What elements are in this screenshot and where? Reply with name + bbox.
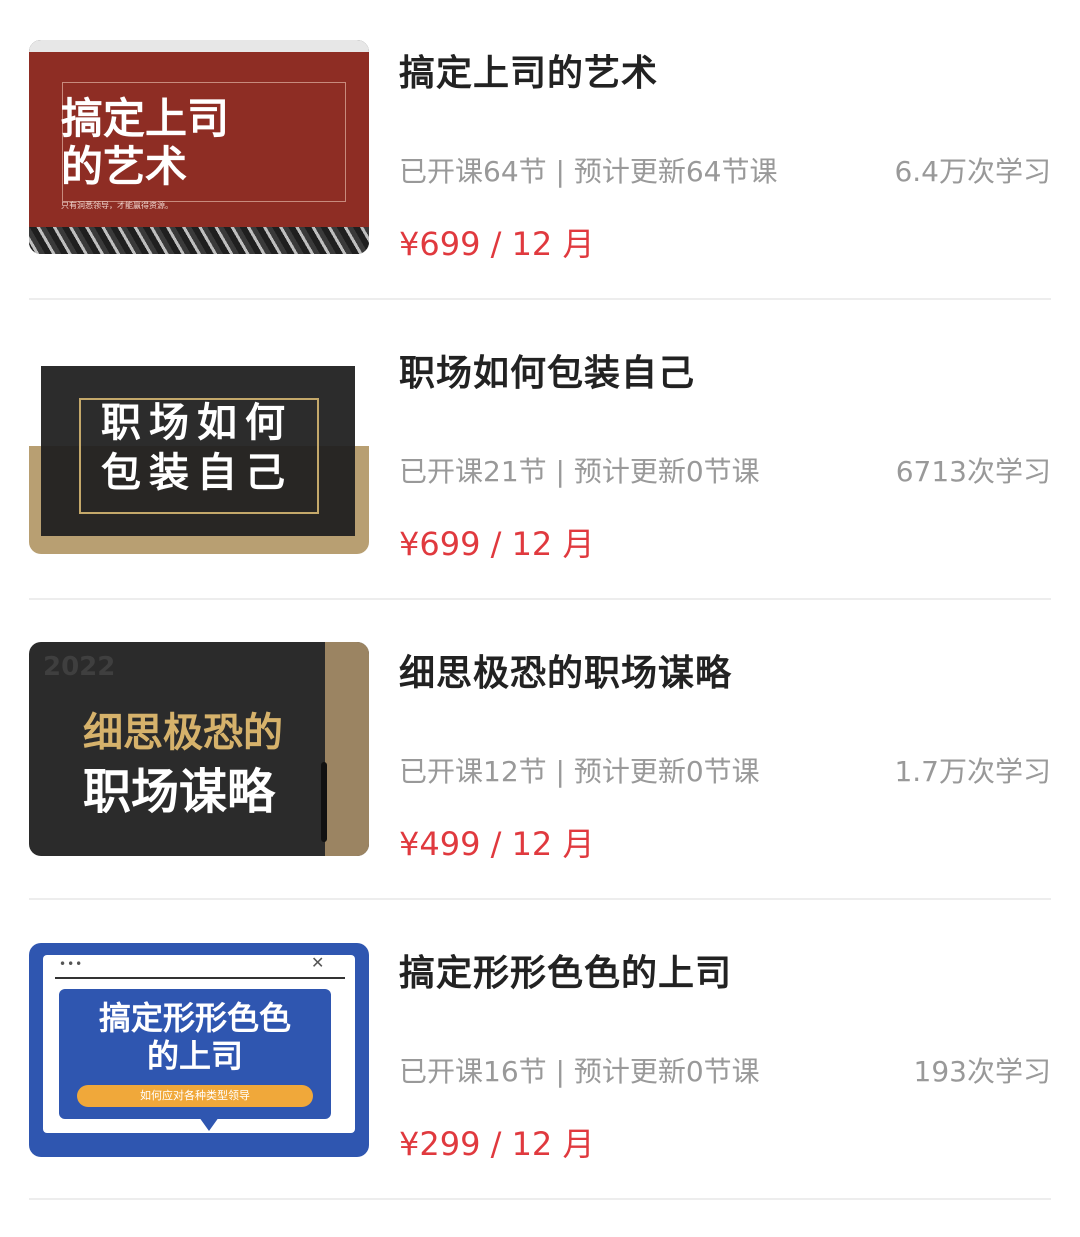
course-title[interactable]: 细思极恐的职场谋略 <box>399 644 732 696</box>
course-meta: 已开课21节 | 预计更新0节课 <box>399 455 760 488</box>
speech-tail <box>199 1117 219 1131</box>
window-dots-icon: ••• <box>59 957 84 971</box>
course-meta: 已开课16节 | 预计更新0节课 <box>399 1055 760 1088</box>
thumbnail-pill: 如何应对各种类型领导 <box>77 1085 313 1107</box>
course-item[interactable]: ••• ✕ 搞定形形色色 的上司 如何应对各种类型领导 搞定形形色色的上司 已开… <box>29 900 1051 1200</box>
thumbnail-headline: 职场如何 包装自己 <box>101 400 293 496</box>
course-item[interactable]: 2022 细思极恐的 职场谋略 细思极恐的职场谋略 已开课12节 | 预计更新0… <box>29 600 1051 900</box>
thumbnail-side-panel <box>325 642 369 856</box>
course-price: ¥499 / 12 月 <box>399 825 595 863</box>
course-thumbnail[interactable]: 搞定上司 的艺术 只有洞悉领导，才能赢得资源。 <box>29 40 369 254</box>
course-thumbnail[interactable]: 职场如何 包装自己 <box>29 340 369 554</box>
course-item[interactable]: 职场如何 包装自己 职场如何包装自己 已开课21节 | 预计更新0节课 6713… <box>29 300 1051 600</box>
course-price: ¥699 / 12 月 <box>399 225 595 263</box>
thumbnail-headline: 搞定形形色色 的上司 <box>98 999 291 1075</box>
thumbnail-headline: 搞定上司 的艺术 <box>61 94 230 191</box>
thumbnail-year: 2022 <box>43 652 116 682</box>
window-divider <box>55 977 345 979</box>
close-icon: ✕ <box>311 953 325 972</box>
course-title[interactable]: 职场如何包装自己 <box>399 344 695 396</box>
course-thumbnail[interactable]: ••• ✕ 搞定形形色色 的上司 如何应对各种类型领导 <box>29 943 369 1157</box>
thumbnail-building-strip <box>29 227 369 254</box>
course-price: ¥299 / 12 月 <box>399 1125 595 1163</box>
course-study-count: 6713次学习 <box>895 455 1051 488</box>
thumbnail-subtitle: 只有洞悉领导，才能赢得资源。 <box>61 201 173 210</box>
course-price: ¥699 / 12 月 <box>399 525 595 563</box>
course-meta: 已开课64节 | 预计更新64节课 <box>399 155 778 188</box>
course-item[interactable]: 搞定上司 的艺术 只有洞悉领导，才能赢得资源。 搞定上司的艺术 已开课64节 |… <box>29 0 1051 300</box>
course-study-count: 193次学习 <box>913 1055 1051 1088</box>
course-title[interactable]: 搞定上司的艺术 <box>399 44 658 96</box>
thumbnail-line-2: 职场谋略 <box>83 764 276 820</box>
pen-icon <box>321 762 327 842</box>
thumbnail-line-1: 细思极恐的 <box>83 710 283 756</box>
course-study-count: 6.4万次学习 <box>894 155 1051 188</box>
course-study-count: 1.7万次学习 <box>894 755 1051 788</box>
course-title[interactable]: 搞定形形色色的上司 <box>399 944 732 996</box>
thumbnail-top-strip <box>29 40 369 52</box>
course-thumbnail[interactable]: 2022 细思极恐的 职场谋略 <box>29 642 369 856</box>
course-meta: 已开课12节 | 预计更新0节课 <box>399 755 760 788</box>
